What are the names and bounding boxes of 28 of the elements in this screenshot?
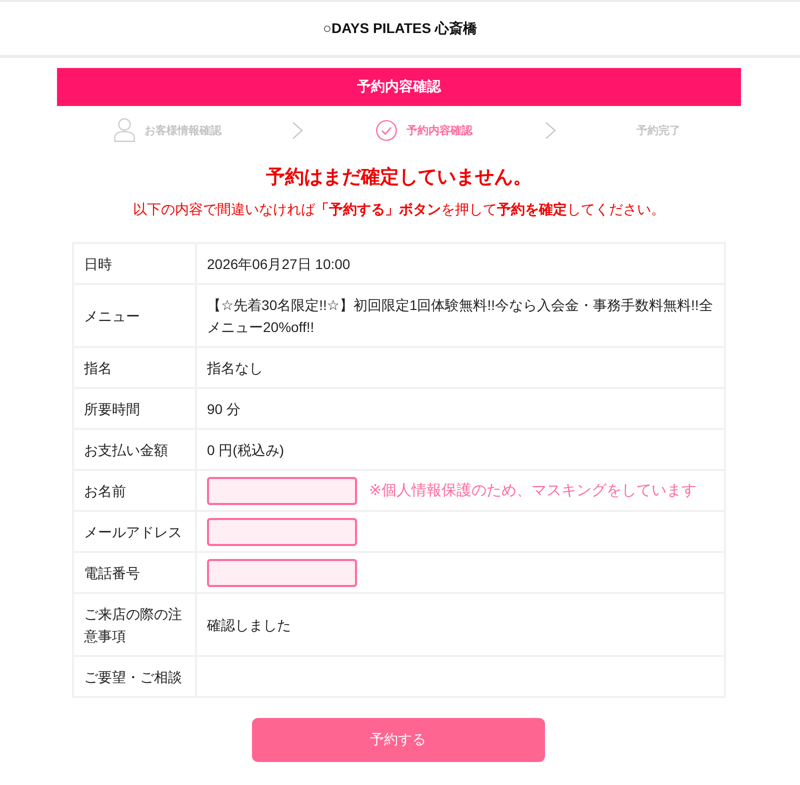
row-label: 電話番号 <box>73 552 196 593</box>
row-label: お名前 <box>73 470 196 511</box>
table-cell: 90 分 <box>196 388 725 429</box>
warning-heading: 予約はまだ確定していません。 <box>266 166 532 190</box>
page-title-bar: 予約内容確認 <box>57 68 741 106</box>
chevron-icon <box>292 122 303 138</box>
check-circle-icon <box>376 120 396 140</box>
step-label: お客様情報確認 <box>144 124 222 138</box>
row-label: ご要望・ご相談 <box>73 656 196 697</box>
table-cell: 指名なし <box>196 347 725 388</box>
row-label: ご来店の際の注意事項 <box>73 593 196 656</box>
row-label: 指名 <box>73 347 196 388</box>
row-label: メールアドレス <box>73 511 196 552</box>
masking-note: ※個人情報保護のため、マスキングをしています <box>369 481 697 501</box>
site-logo[interactable]: ○DAYS PILATES 心斎橋 <box>323 20 477 38</box>
table-cell: 確認しました <box>196 593 725 656</box>
person-icon <box>114 118 134 142</box>
chevron-icon <box>545 122 556 138</box>
row-label: メニュー <box>73 284 196 347</box>
step-label: 予約完了 <box>636 124 680 138</box>
instruction-text: 以下の内容で間違いなければ「予約する」ボタンを押して予約を確定してください。 <box>133 200 665 219</box>
table-cell: 0 円(税込み) <box>196 429 725 470</box>
step-label: 予約内容確認 <box>406 124 472 138</box>
table-cell: 【☆先着30名限定!!☆】初回限定1回体験無料!!今なら入会金・事務手数料無料!!全メニュー20%off!! <box>196 284 725 347</box>
row-label: 所要時間 <box>73 388 196 429</box>
row-label: 日時 <box>73 243 196 284</box>
table-cell: 2026年06月27日 10:00 <box>196 243 725 284</box>
row-label: お支払い金額 <box>73 429 196 470</box>
